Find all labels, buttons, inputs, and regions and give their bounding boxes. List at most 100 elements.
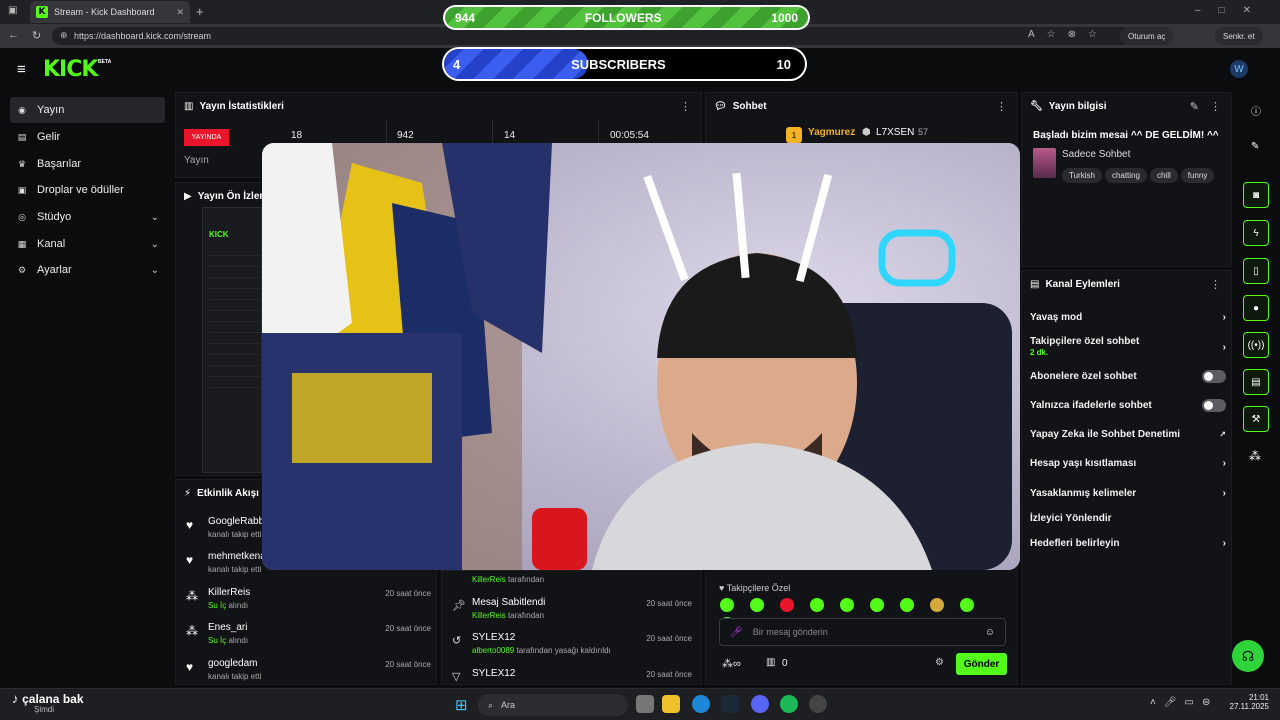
window-controls[interactable]: –□✕ <box>1195 5 1269 16</box>
windows-start-icon[interactable]: ⊞ <box>455 696 468 714</box>
emote-icon[interactable] <box>750 598 764 612</box>
action-raid[interactable]: İzleyici Yönlendir <box>1030 513 1226 524</box>
support-chat-button[interactable]: ☊ <box>1232 640 1264 672</box>
action-ai-moderation[interactable]: Yapay Zeka ile Sohbet Denetimi ↗ <box>1030 429 1226 440</box>
chat-top-user[interactable]: Yagmurez <box>808 127 855 138</box>
action-goals[interactable]: Hedefleri belirleyin › <box>1030 538 1226 549</box>
action-account-age[interactable]: Hesap yaşı kısıtlaması › <box>1030 458 1226 469</box>
chat-input-placeholder: Bir mesaj gönderin <box>752 627 828 637</box>
task-view-icon[interactable] <box>636 695 654 713</box>
more-options-icon[interactable]: ⋮ <box>996 100 1007 113</box>
subscribers-goal: 10 <box>776 56 791 72</box>
send-button[interactable]: Gönder <box>956 653 1007 675</box>
edit-icon[interactable]: ✎ <box>1190 100 1199 113</box>
rail-button-tools[interactable]: ⚒ <box>1243 406 1269 432</box>
sidebar-item-gelir[interactable]: ▤ Gelir <box>10 124 165 150</box>
sidebar-item-droplar[interactable]: ▣ Droplar ve ödüller <box>10 177 165 203</box>
shield-icon: ⬢ <box>862 127 871 138</box>
emote-icon[interactable] <box>810 598 824 612</box>
list-item[interactable]: ♥ googledam kanalı takip etti 20 saat önce <box>186 658 431 692</box>
emote-icon[interactable] <box>900 598 914 612</box>
taskbar-search[interactable]: ⌕ Ara <box>478 694 628 716</box>
emote-icon[interactable] <box>780 598 794 612</box>
kick-logo[interactable]: KICK <box>43 57 98 82</box>
sidebar-item-studyo[interactable]: ◎ Stüdyo ⌄ <box>10 204 165 230</box>
edit-icon[interactable]: ✎ <box>1251 141 1259 152</box>
avatar[interactable]: W <box>1230 60 1248 78</box>
rail-button-layout[interactable]: ▤ <box>1243 369 1269 395</box>
obs-icon[interactable] <box>809 695 827 713</box>
list-item[interactable]: ↺ SYLEX12 alberto0089 tarafından yasağı ka… <box>452 632 692 666</box>
rail-button-chat[interactable]: ● <box>1243 295 1269 321</box>
list-item[interactable]: ⁂ Enes_ari Su İç alındı 20 saat önce <box>186 622 431 656</box>
sync-button[interactable]: Senkr. et <box>1215 27 1263 45</box>
list-item[interactable]: 📌︎ Mesaj Sabitlendi KillerReis tarafından 2… <box>452 597 692 631</box>
browser-tab[interactable]: K Stream - Kick Dashboard ✕ <box>30 1 190 23</box>
info-icon[interactable]: ⓘ <box>1251 103 1261 118</box>
more-options-icon[interactable]: ⋮ <box>680 100 691 113</box>
stream-category: Sadece Sohbet <box>1062 149 1131 160</box>
action-followers-only[interactable]: Takipçilere özel sohbet 2 dk. › <box>1030 336 1226 358</box>
back-icon[interactable]: ← <box>8 29 19 41</box>
emotes-only-toggle[interactable] <box>1202 399 1226 412</box>
microphone-icon[interactable]: 🎤︎ <box>730 627 743 638</box>
feed-action: kanalı takip etti <box>208 565 262 574</box>
browser-action-icons[interactable]: A☆⊗☆ <box>1028 29 1109 40</box>
emote-icon[interactable] <box>840 598 854 612</box>
more-options-icon[interactable]: ⋮ <box>1210 278 1221 291</box>
points-icon[interactable]: ⁂∞ <box>722 657 741 670</box>
action-emotes-only[interactable]: Yalnızca ifadelerle sohbet <box>1030 399 1226 412</box>
spotify-icon[interactable] <box>780 695 798 713</box>
site-info-icon[interactable]: ⊕ <box>60 30 68 41</box>
emote-icon[interactable] <box>960 598 974 612</box>
points-icon[interactable]: ⁂ <box>1249 449 1261 463</box>
preview-thumbnail[interactable]: KICK <box>202 207 262 473</box>
sign-in-button[interactable]: Oturum aç <box>1120 27 1174 45</box>
list-item[interactable]: ⁂ KillerReis Su İç alındı 20 saat önce <box>186 587 431 621</box>
edge-browser-icon[interactable] <box>692 695 710 713</box>
file-explorer-icon[interactable] <box>662 695 680 713</box>
action-banned-words[interactable]: Yasaklanmış kelimeler › <box>1030 488 1226 499</box>
action-subscribers-only[interactable]: Abonelere özel sohbet <box>1030 370 1226 383</box>
sidebar-item-ayarlar[interactable]: ⚙ Ayarlar ⌄ <box>10 257 165 283</box>
subscribers-only-toggle[interactable] <box>1202 370 1226 383</box>
sidebar-item-label: Yayın <box>37 104 65 116</box>
discord-icon[interactable] <box>751 695 769 713</box>
rail-button-activity[interactable]: ϟ <box>1243 220 1269 246</box>
rail-button-broadcast[interactable]: ((•)) <box>1243 332 1269 358</box>
camera-icon: ◙ <box>1252 189 1260 201</box>
new-tab-icon[interactable]: + <box>196 4 204 19</box>
chat-top-user-2[interactable]: L7XSEN <box>876 127 914 138</box>
emote-icon[interactable] <box>870 598 884 612</box>
sidebar-item-kanal[interactable]: ▦ Kanal ⌄ <box>10 231 165 257</box>
emote-icon[interactable] <box>930 598 944 612</box>
tab-actions-icon[interactable]: ▣ <box>8 5 17 16</box>
sidebar-item-yayin[interactable]: ◉ Yayın <box>10 97 165 123</box>
rail-button-notes[interactable]: ▯ <box>1243 258 1269 284</box>
chat-input[interactable]: 🎤︎ Bir mesaj gönderin ☺ <box>719 618 1006 646</box>
now-playing-widget[interactable]: ♪ çalana bak <box>12 691 84 706</box>
chat-title: 💬︎ Sohbet <box>714 101 767 112</box>
emote-row[interactable] <box>720 598 1010 631</box>
rail-button-preview[interactable]: ◙ <box>1243 182 1269 208</box>
webcam-video[interactable] <box>262 143 1020 570</box>
steam-icon[interactable] <box>721 695 739 713</box>
refresh-icon[interactable]: ↻ <box>32 29 41 42</box>
system-tray-icons[interactable]: ˄🎤︎▭⊜ <box>1150 697 1218 708</box>
gift-icon[interactable]: ▥ <box>766 657 775 668</box>
emoji-icon[interactable]: ☺ <box>985 627 995 638</box>
clock[interactable]: 21:01 27.11.2025 <box>1229 693 1269 711</box>
action-label: Hesap yaşı kısıtlaması <box>1030 458 1137 469</box>
more-options-icon[interactable]: ⋮ <box>1210 100 1221 113</box>
mod-event: SYLEX12 <box>472 632 516 643</box>
action-slow-mode[interactable]: Yavaş mod › <box>1030 312 1226 323</box>
emote-icon[interactable] <box>720 598 734 612</box>
chat-settings-icon[interactable]: ⚙ <box>935 657 944 668</box>
tab-close-icon[interactable]: ✕ <box>176 7 184 18</box>
hamburger-menu-icon[interactable]: ≡ <box>17 61 26 78</box>
activity-title: ⚡ Etkinlik Akışı <box>184 488 259 499</box>
wrench-icon: ⚒ <box>1251 413 1261 425</box>
channel-actions-panel: ▤ Kanal Eylemleri ⋮ <box>1021 270 1232 685</box>
broadcast-icon: ◉ <box>18 104 26 115</box>
sidebar-item-basarilar[interactable]: ♛ Başarılar <box>10 151 165 177</box>
